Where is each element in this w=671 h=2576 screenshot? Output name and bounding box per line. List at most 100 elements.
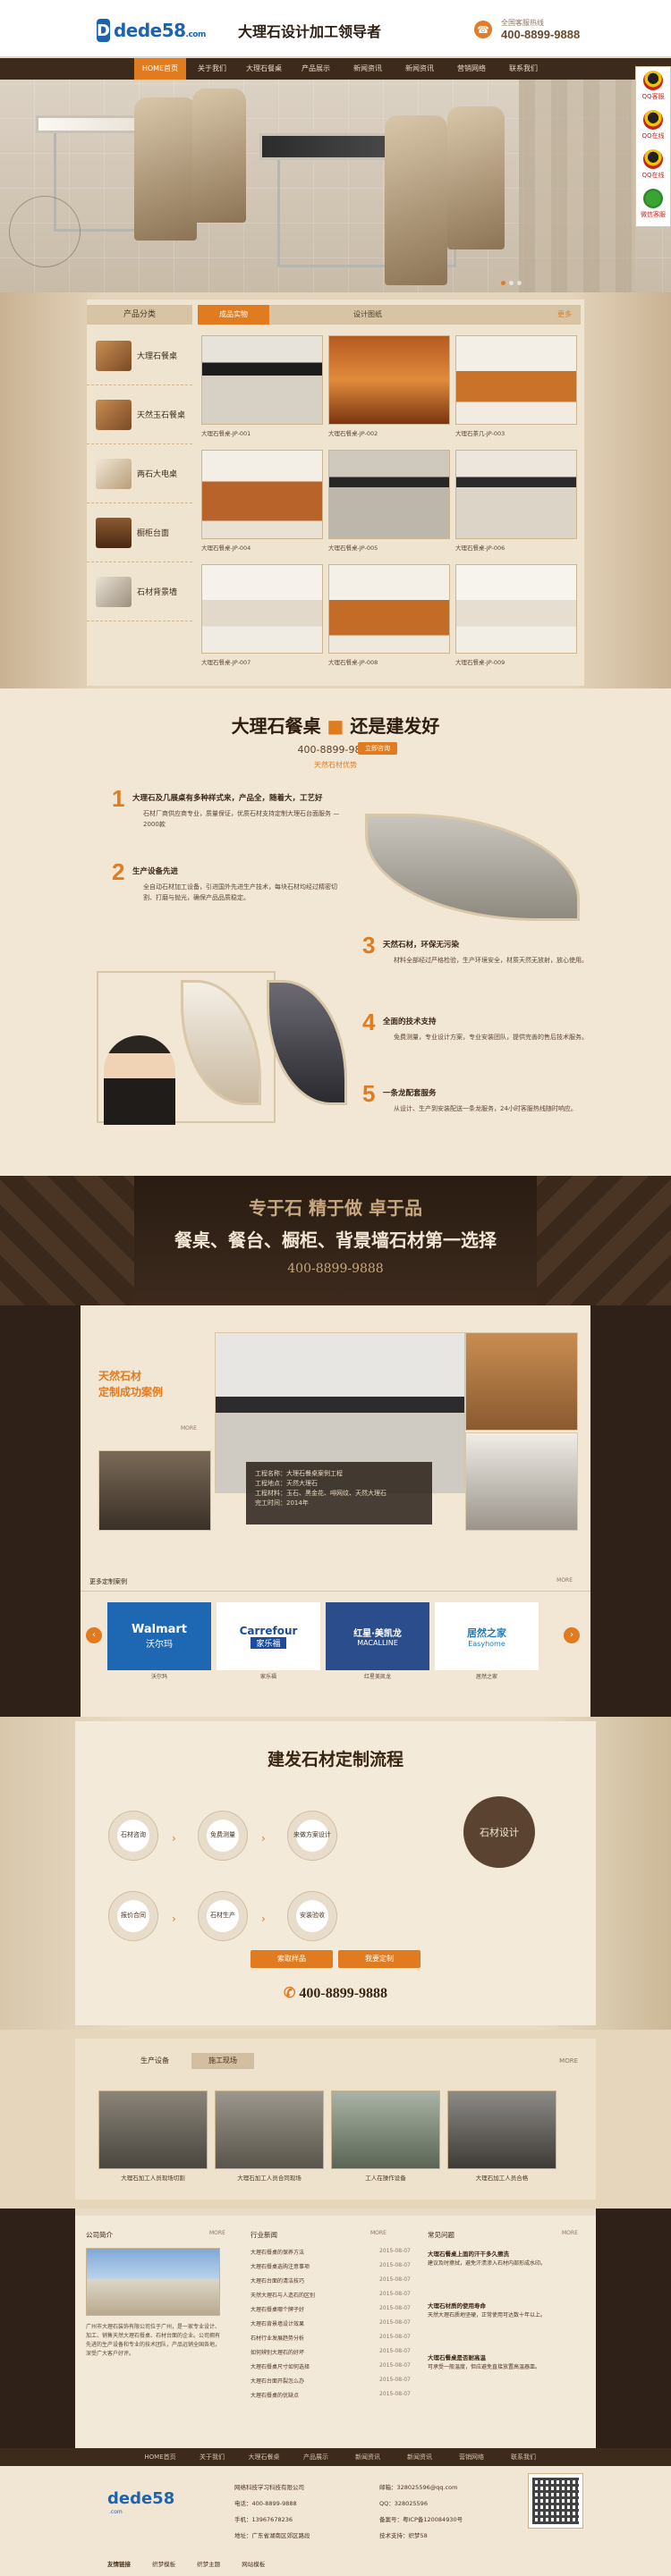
equipment-more-link[interactable]: MORE <box>559 2053 578 2069</box>
product-image <box>328 335 450 425</box>
customize-button[interactable]: 我要定制 <box>338 1950 420 1968</box>
friend-link[interactable]: 网站模板 <box>242 2561 265 2568</box>
hero-banner[interactable] <box>0 80 671 292</box>
advantages-title-a: 大理石餐桌 <box>231 715 321 737</box>
logo-domain: .com <box>185 30 207 39</box>
chevron-left-icon[interactable]: ‹ <box>86 1627 102 1643</box>
point-text: 材料全部经过严格检验，生产环境安全，材质天然无放射，放心使用。 <box>394 957 588 964</box>
nav-item-news-2[interactable]: 新闻资讯 <box>394 58 446 80</box>
qq-service-1[interactable]: QQ客服 <box>636 67 670 106</box>
footer-nav-home[interactable]: HOME首页 <box>134 2448 186 2466</box>
product-card[interactable]: 大理石餐桌-JP-004 <box>201 450 323 557</box>
nav-item-products[interactable]: 产品展示 <box>290 58 342 80</box>
category-item-tea-table[interactable]: 两石大电桌 <box>87 444 192 503</box>
friend-link[interactable]: 织梦主题 <box>197 2561 220 2568</box>
tab-equipment[interactable]: 生产设备 <box>123 2053 186 2069</box>
product-card[interactable]: 大理石餐桌-JP-007 <box>201 564 323 671</box>
banner-dot-3[interactable] <box>517 281 522 285</box>
products-more-link[interactable]: 更多 <box>557 305 572 325</box>
news-row[interactable]: 大理石餐桌选购注意事项 2015-08-07 <box>251 2262 429 2270</box>
faq-item[interactable]: 大理石材质的使用寿命 天然大理石质地坚硬，正常使用可达数十年以上。 <box>428 2302 580 2320</box>
footer-nav-products[interactable]: 产品展示 <box>290 2448 342 2466</box>
product-card[interactable]: 大理石茶几-JP-003 <box>455 335 577 443</box>
chevron-right-icon[interactable]: › <box>564 1627 580 1643</box>
qq-service-2[interactable]: QQ在线 <box>636 106 670 146</box>
tab-site[interactable]: 施工现场 <box>191 2053 254 2069</box>
hotline-number: 400-8899-9888 <box>501 28 581 41</box>
faq-item[interactable]: 大理石餐桌是否耐高温 可承受一般温度，但应避免直接放置高温器皿。 <box>428 2353 580 2372</box>
equipment-caption: 大理石加工人员合格 <box>475 2175 529 2182</box>
wechat-service[interactable]: 微信客服 <box>636 185 670 224</box>
footer-nav-tables[interactable]: 大理石餐桌 <box>238 2448 290 2466</box>
product-card[interactable]: 大理石餐桌-JP-002 <box>328 335 450 443</box>
banner-dot-2[interactable] <box>509 281 514 285</box>
partner-easyhome[interactable]: 居然之家 Easyhome 居然之家 <box>435 1602 539 1680</box>
news-row[interactable]: 如何辨别大理石的好坏 2015-08-07 <box>251 2348 429 2356</box>
faq-item[interactable]: 大理石餐桌上面的汗干多久擦洗 建议及时擦拭，避免汗渍渗入石材内部形成水印。 <box>428 2250 580 2268</box>
news-row[interactable]: 石材行业发展趋势分析 2015-08-07 <box>251 2334 429 2342</box>
equipment-photo[interactable] <box>331 2090 440 2169</box>
news-row[interactable]: 大理石餐桌的优缺点 2015-08-07 <box>251 2391 429 2399</box>
nav-item-tables[interactable]: 大理石餐桌 <box>238 58 290 80</box>
consult-button[interactable]: 立即咨询 <box>358 742 397 755</box>
footer-nav-contact[interactable]: 联系我们 <box>497 2448 549 2466</box>
news-row[interactable]: 大理石背景墙设计效果 2015-08-07 <box>251 2319 429 2327</box>
footer-nav-about[interactable]: 关于我们 <box>186 2448 238 2466</box>
banner-dot-1[interactable] <box>501 281 505 285</box>
news-more-link[interactable]: MORE <box>370 2230 386 2236</box>
nav-item-contact[interactable]: 联系我们 <box>497 58 549 80</box>
site-logo[interactable]: D dede58.com <box>97 16 207 45</box>
product-card[interactable]: 大理石餐桌-JP-009 <box>455 564 577 671</box>
friend-link[interactable]: 织梦模板 <box>152 2561 175 2568</box>
category-item-jade-table[interactable]: 天然玉石餐桌 <box>87 385 192 444</box>
product-card[interactable]: 大理石餐桌-JP-001 <box>201 335 323 443</box>
partners-bar: 更多定制案例 MORE <box>81 1574 590 1592</box>
footer-logo[interactable]: dede58 <box>107 2489 174 2508</box>
point-text: 从设计、生产到安装配送一条龙服务，24小时客服热线随时响应。 <box>394 1105 577 1112</box>
nav-item-about[interactable]: 关于我们 <box>186 58 238 80</box>
news-row[interactable]: 大理石台面开裂怎么办 2015-08-07 <box>251 2377 429 2385</box>
news-row[interactable]: 大理石餐桌尺寸如何选择 2015-08-07 <box>251 2362 429 2370</box>
point-head: 大理石及几展桌有多种样式来，产品全，随着大，工艺好 <box>132 794 323 803</box>
equipment-photo[interactable] <box>447 2090 556 2169</box>
partners-more-link[interactable]: MORE <box>556 1577 573 1584</box>
partner-macalline[interactable]: 红星·美凯龙 MACALLINE 红星美凯龙 <box>326 1602 429 1680</box>
footer-nav-news-2[interactable]: 新闻资讯 <box>394 2448 446 2466</box>
partner-walmart[interactable]: Walmart 沃尔玛 沃尔玛 <box>107 1602 211 1680</box>
nav-item-network[interactable]: 营销网络 <box>446 58 497 80</box>
request-sample-button[interactable]: 索取样品 <box>251 1950 333 1968</box>
news-row[interactable]: 大理石台面的清洁技巧 2015-08-07 <box>251 2276 429 2285</box>
faq-more-link[interactable]: MORE <box>562 2230 578 2236</box>
case-photo-counter[interactable] <box>465 1332 578 1431</box>
product-card[interactable]: 大理石餐桌-JP-005 <box>328 450 450 557</box>
product-card[interactable]: 大理石餐桌-JP-006 <box>455 450 577 557</box>
footer-nav-news[interactable]: 新闻资讯 <box>342 2448 394 2466</box>
tab-design[interactable]: 设计图纸 <box>332 305 403 325</box>
equipment-caption: 工人在操作设备 <box>365 2175 406 2182</box>
news-row[interactable]: 天然大理石与人造石的区别 2015-08-07 <box>251 2291 429 2299</box>
footer-nav-network[interactable]: 营销网络 <box>446 2448 497 2466</box>
footer-qq: QQ：328025596 <box>379 2500 428 2507</box>
equipment-photo[interactable] <box>215 2090 324 2169</box>
arrow-right-icon: › <box>172 1832 176 1845</box>
news-row[interactable]: 大理石餐桌的保养方法 2015-08-07 <box>251 2248 429 2256</box>
category-item-countertop[interactable]: 橱柜台面 <box>87 503 192 562</box>
step-label: 安装验收 <box>300 1912 325 1919</box>
category-item-dining-table[interactable]: 大理石餐桌 <box>87 326 192 385</box>
partner-carrefour[interactable]: Carrefour 家乐福 家乐福 <box>217 1602 320 1680</box>
qq-service-3[interactable]: QQ在线 <box>636 146 670 185</box>
product-card[interactable]: 大理石餐桌-JP-008 <box>328 564 450 671</box>
news-row[interactable]: 大理石餐桌哪个牌子好 2015-08-07 <box>251 2305 429 2313</box>
products-section: 产品分类 大理石餐桌 天然玉石餐桌 两石大电桌 橱柜台面 石材背景墙 成品实物 … <box>87 300 584 686</box>
cases-more-link[interactable]: MORE <box>181 1425 197 1432</box>
step-measure: 免费测量 <box>191 1811 254 1861</box>
case-photo-kitchen[interactable] <box>98 1450 211 1531</box>
about-more-link[interactable]: MORE <box>209 2230 225 2236</box>
nav-item-home[interactable]: HOME首页 <box>134 58 186 80</box>
tab-finished[interactable]: 成品实物 <box>198 305 269 325</box>
equipment-photo[interactable] <box>98 2090 208 2169</box>
category-item-background-wall[interactable]: 石材背景墙 <box>87 562 192 621</box>
nav-item-news[interactable]: 新闻资讯 <box>342 58 394 80</box>
case-photo-table[interactable] <box>465 1432 578 1531</box>
banner-sketch-circle <box>9 196 81 267</box>
